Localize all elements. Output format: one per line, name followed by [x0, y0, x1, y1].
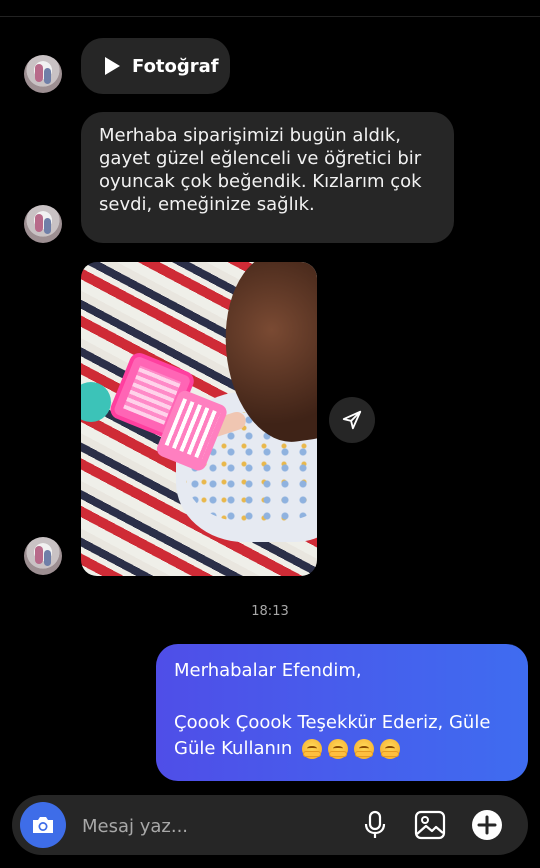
outgoing-message-bubble[interactable]: Merhabalar Efendim, Çoook Çoook Teşekkür…	[156, 644, 528, 781]
camera-button[interactable]	[20, 802, 66, 848]
share-button[interactable]	[329, 397, 375, 443]
play-icon	[105, 57, 120, 75]
media-message-pill[interactable]: Fotoğraf	[81, 38, 230, 94]
message-timestamp: 18:13	[251, 604, 289, 619]
message-composer	[12, 795, 528, 855]
sender-avatar[interactable]	[24, 55, 62, 93]
outgoing-greeting: Merhabalar Efendim,	[174, 660, 362, 681]
sender-avatar[interactable]	[24, 205, 62, 243]
plus-circle-icon	[472, 810, 502, 840]
gallery-icon	[414, 810, 446, 840]
top-bar-edge	[0, 0, 540, 17]
sender-avatar[interactable]	[24, 537, 62, 575]
camera-icon	[33, 817, 53, 833]
message-input[interactable]	[80, 809, 354, 843]
media-label: Fotoğraf	[132, 55, 219, 77]
send-icon	[342, 410, 362, 430]
hugging-face-emoji	[380, 739, 401, 759]
microphone-icon	[364, 810, 386, 838]
incoming-message-bubble[interactable]: Merhaba siparişimizi bugün aldık, gayet …	[81, 112, 454, 243]
more-options-button[interactable]	[469, 807, 505, 843]
hugging-face-emoji	[302, 739, 323, 759]
gallery-button[interactable]	[412, 807, 448, 843]
shared-photo[interactable]	[81, 262, 317, 576]
voice-message-button[interactable]	[357, 807, 393, 843]
hugging-face-emoji	[354, 739, 375, 759]
incoming-message-text: Merhaba siparişimizi bugün aldık, gayet …	[99, 125, 422, 215]
hugging-face-emoji	[328, 739, 349, 759]
emoji-group	[302, 739, 401, 759]
